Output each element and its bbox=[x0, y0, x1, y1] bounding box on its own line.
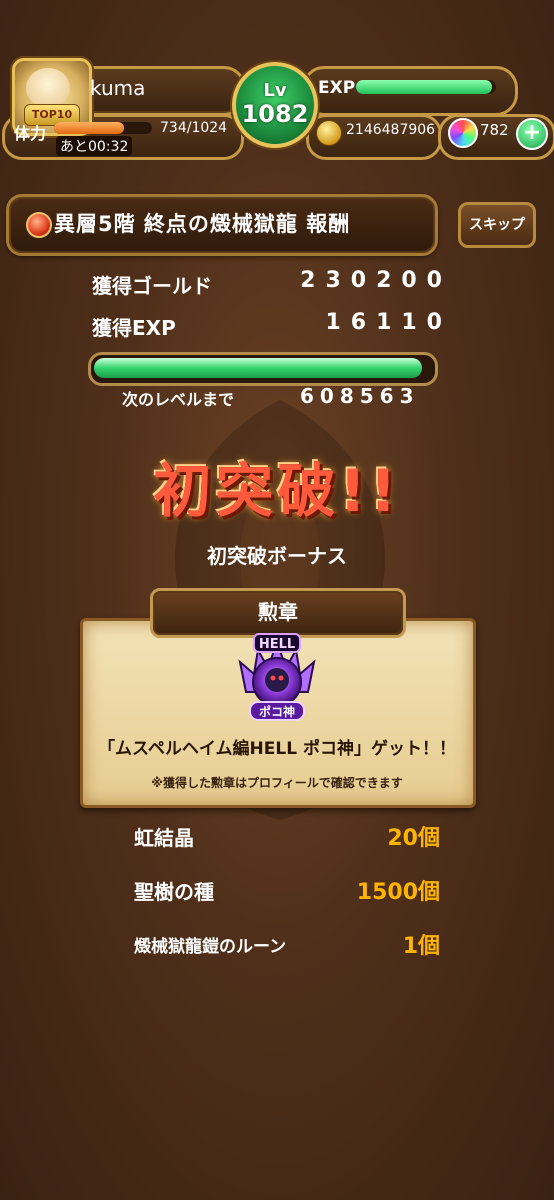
fire-element-icon bbox=[26, 212, 52, 238]
medal-note-text: ※獲得した勲章はプロフィールで確認できます bbox=[151, 776, 403, 790]
level-value: 1082 bbox=[241, 100, 309, 128]
gold-coin-icon bbox=[316, 120, 342, 146]
stamina-value: 734/1024 bbox=[160, 120, 228, 136]
reward-name-2: 聖樹の種 bbox=[134, 880, 214, 904]
medal-card-title: 勲章 bbox=[258, 600, 298, 624]
stamina-label: 体力 bbox=[14, 124, 47, 143]
stamina-recover-time: あと00:32 bbox=[56, 136, 133, 156]
player-name: kuma bbox=[90, 76, 146, 100]
exp-label: EXP bbox=[318, 78, 356, 98]
exp-earned-value: 16110 bbox=[325, 310, 452, 335]
gem-value: 782 bbox=[480, 121, 509, 139]
medal-top-text: HELL bbox=[259, 637, 295, 652]
rainbow-gem-icon bbox=[448, 118, 478, 148]
medal-bottom-text: ポコ神 bbox=[259, 704, 295, 719]
quest-title: 異層5階 終点の燬械獄龍 報酬 bbox=[54, 212, 351, 236]
first-break-bonus-label: 初突破ボーナス bbox=[207, 544, 347, 568]
gold-value: 2146487906 bbox=[346, 122, 436, 138]
gold-earned-label: 獲得ゴールド bbox=[92, 274, 212, 298]
next-level-value: 608563 bbox=[300, 384, 420, 408]
stamina-fill bbox=[54, 122, 125, 134]
exp-earned-label: 獲得EXP bbox=[92, 316, 176, 340]
first-break-headline: 初突破!! bbox=[153, 457, 401, 525]
reward-name-3: 燬械獄龍鎧のルーン bbox=[134, 937, 287, 957]
level-label: Lv bbox=[263, 80, 287, 101]
reward-qty-2: 1500個 bbox=[356, 880, 440, 905]
add-gems-button[interactable]: + bbox=[516, 118, 548, 150]
avatar-character-icon bbox=[26, 68, 70, 108]
medal-obtained-text: 「ムスペルヘイム編HELL ポコ神」ゲット！！ bbox=[98, 739, 456, 759]
reward-name-1: 虹結晶 bbox=[134, 826, 194, 850]
next-level-label: 次のレベルまで bbox=[122, 390, 235, 409]
exp-fill bbox=[356, 80, 492, 94]
gold-earned-value: 230200 bbox=[300, 268, 452, 293]
reward-qty-3: 1個 bbox=[402, 934, 440, 959]
reward-qty-1: 20個 bbox=[387, 826, 440, 851]
hell-poko-medal-icon: HELL ポコ神 bbox=[238, 633, 316, 721]
skip-button[interactable]: スキップ bbox=[458, 202, 536, 248]
next-level-progress-fill bbox=[94, 358, 422, 378]
